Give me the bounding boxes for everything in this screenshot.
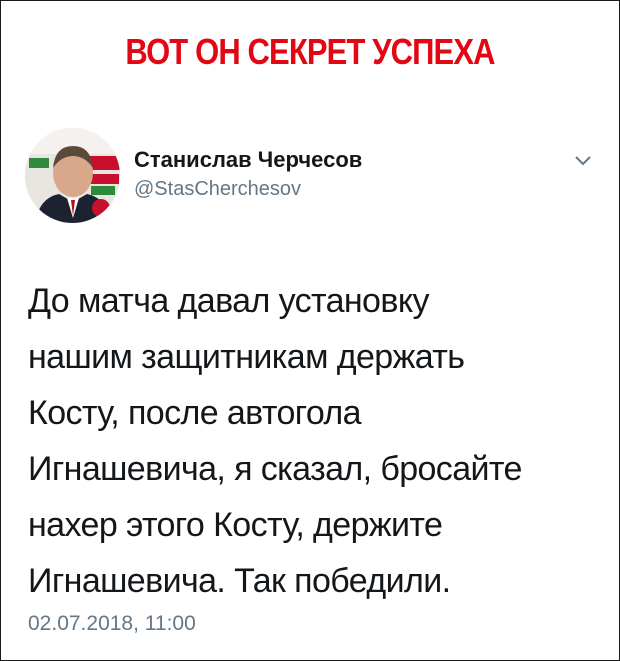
- author-name[interactable]: Станислав Черчесов: [134, 147, 362, 173]
- tweet-text-line: нахер этого Косту, держите: [28, 506, 443, 544]
- tweet-text: До матча давал установку нашим защитника…: [28, 273, 598, 609]
- tweet-text-line: нашим защитникам держать: [28, 338, 465, 376]
- tweet-text-line: Игнашевича, я сказал, бросайте: [28, 450, 522, 488]
- author-handle[interactable]: @StasCherchesov: [134, 178, 301, 201]
- tweet-timestamp[interactable]: 02.07.2018, 11:00: [28, 612, 196, 636]
- tweet-text-line: Игнашевича. Так победили.: [28, 562, 451, 600]
- meme-frame: ВОТ ОН СЕКРЕТ УСПЕХА Станислав Черчесов …: [0, 0, 620, 661]
- tweet-text-line: До матча давал установку: [28, 282, 429, 320]
- chevron-down-icon[interactable]: [574, 153, 592, 167]
- meme-headline: ВОТ ОН СЕКРЕТ УСПЕХА: [125, 31, 495, 72]
- tweet-text-line: Косту, после автогола: [28, 394, 362, 432]
- avatar[interactable]: [25, 128, 120, 223]
